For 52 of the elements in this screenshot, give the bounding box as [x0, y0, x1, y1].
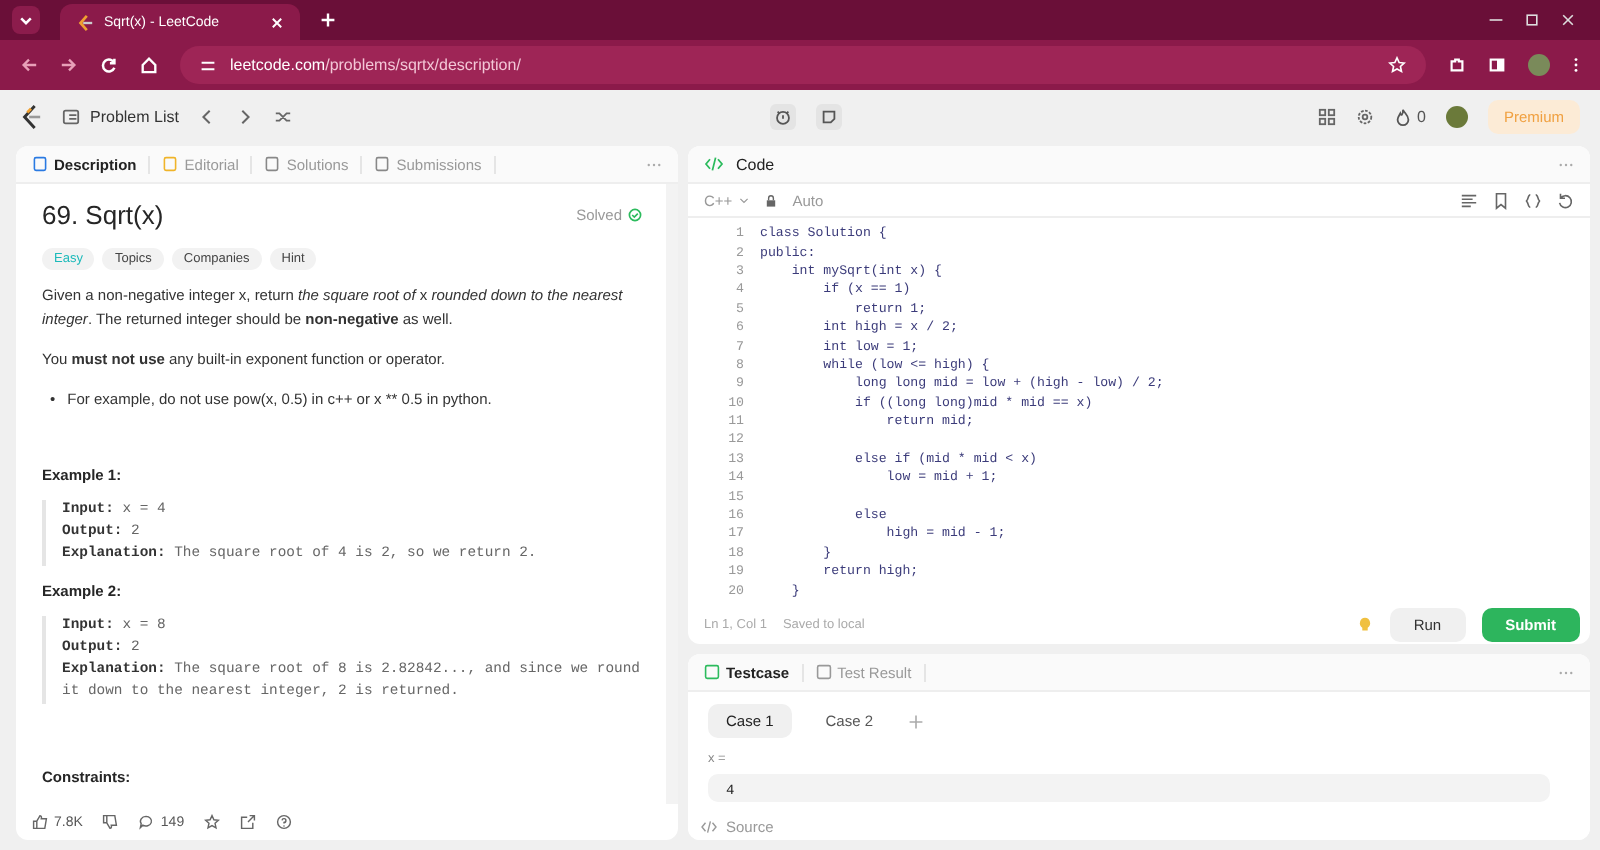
- square-icon: [815, 664, 832, 680]
- note-icon: [819, 107, 837, 125]
- bookmark-icon[interactable]: [1492, 191, 1510, 209]
- share-icon[interactable]: [240, 814, 257, 830]
- home-icon[interactable]: [140, 56, 158, 74]
- code-icon: [700, 819, 718, 833]
- thumbs-up-icon: [32, 814, 48, 830]
- reset-icon[interactable]: [1556, 191, 1574, 209]
- forward-icon[interactable]: [60, 56, 78, 74]
- document-icon: [162, 156, 179, 172]
- notes-button[interactable]: [815, 103, 841, 129]
- document-icon: [264, 156, 281, 172]
- list-icon: [62, 107, 80, 125]
- lock-icon: [764, 193, 779, 207]
- speech-bubble-icon: [138, 814, 155, 830]
- dislike-icon[interactable]: [102, 814, 119, 830]
- layout-icon[interactable]: [1317, 107, 1336, 125]
- square-icon: [704, 664, 720, 680]
- user-avatar[interactable]: [1445, 105, 1468, 127]
- side-panel-icon[interactable]: [1488, 56, 1506, 74]
- format-icon[interactable]: [1460, 191, 1478, 209]
- address-field[interactable]: leetcode.com/problems/sqrtx/description/: [180, 46, 1426, 84]
- tab-list-button[interactable]: [12, 6, 40, 34]
- new-tab-icon[interactable]: [320, 12, 336, 28]
- star-icon[interactable]: [204, 814, 221, 830]
- braces-icon[interactable]: [1524, 191, 1542, 209]
- reload-icon[interactable]: [100, 56, 118, 74]
- document-icon: [374, 156, 391, 172]
- streak-count: 0: [1417, 107, 1426, 125]
- settings-icon[interactable]: [1355, 107, 1374, 125]
- extensions-icon[interactable]: [1448, 56, 1466, 74]
- next-icon[interactable]: [236, 107, 255, 125]
- leetcode-logo-icon: [76, 13, 94, 31]
- shuffle-icon[interactable]: [274, 107, 293, 125]
- alarm-clock-icon: [773, 107, 791, 125]
- code-icon: [704, 156, 724, 172]
- close-icon[interactable]: [1560, 12, 1576, 28]
- problem-list-button[interactable]: Problem List: [62, 107, 179, 125]
- problem-title: 69. Sqrt(x): [42, 200, 166, 230]
- document-icon: [32, 156, 48, 172]
- site-settings-icon[interactable]: [200, 57, 216, 73]
- panel-title: Code: [736, 155, 775, 173]
- timer-button[interactable]: [769, 103, 795, 129]
- check-circle-icon: [628, 208, 642, 222]
- fire-icon: [1393, 107, 1412, 125]
- maximize-icon[interactable]: [1524, 12, 1540, 28]
- caret-icon: [18, 12, 34, 28]
- leetcode-logo-icon[interactable]: [20, 103, 42, 129]
- menu-icon[interactable]: [1572, 56, 1580, 74]
- caret-icon: [738, 194, 751, 206]
- back-icon[interactable]: [20, 56, 38, 74]
- help-icon[interactable]: [276, 814, 293, 830]
